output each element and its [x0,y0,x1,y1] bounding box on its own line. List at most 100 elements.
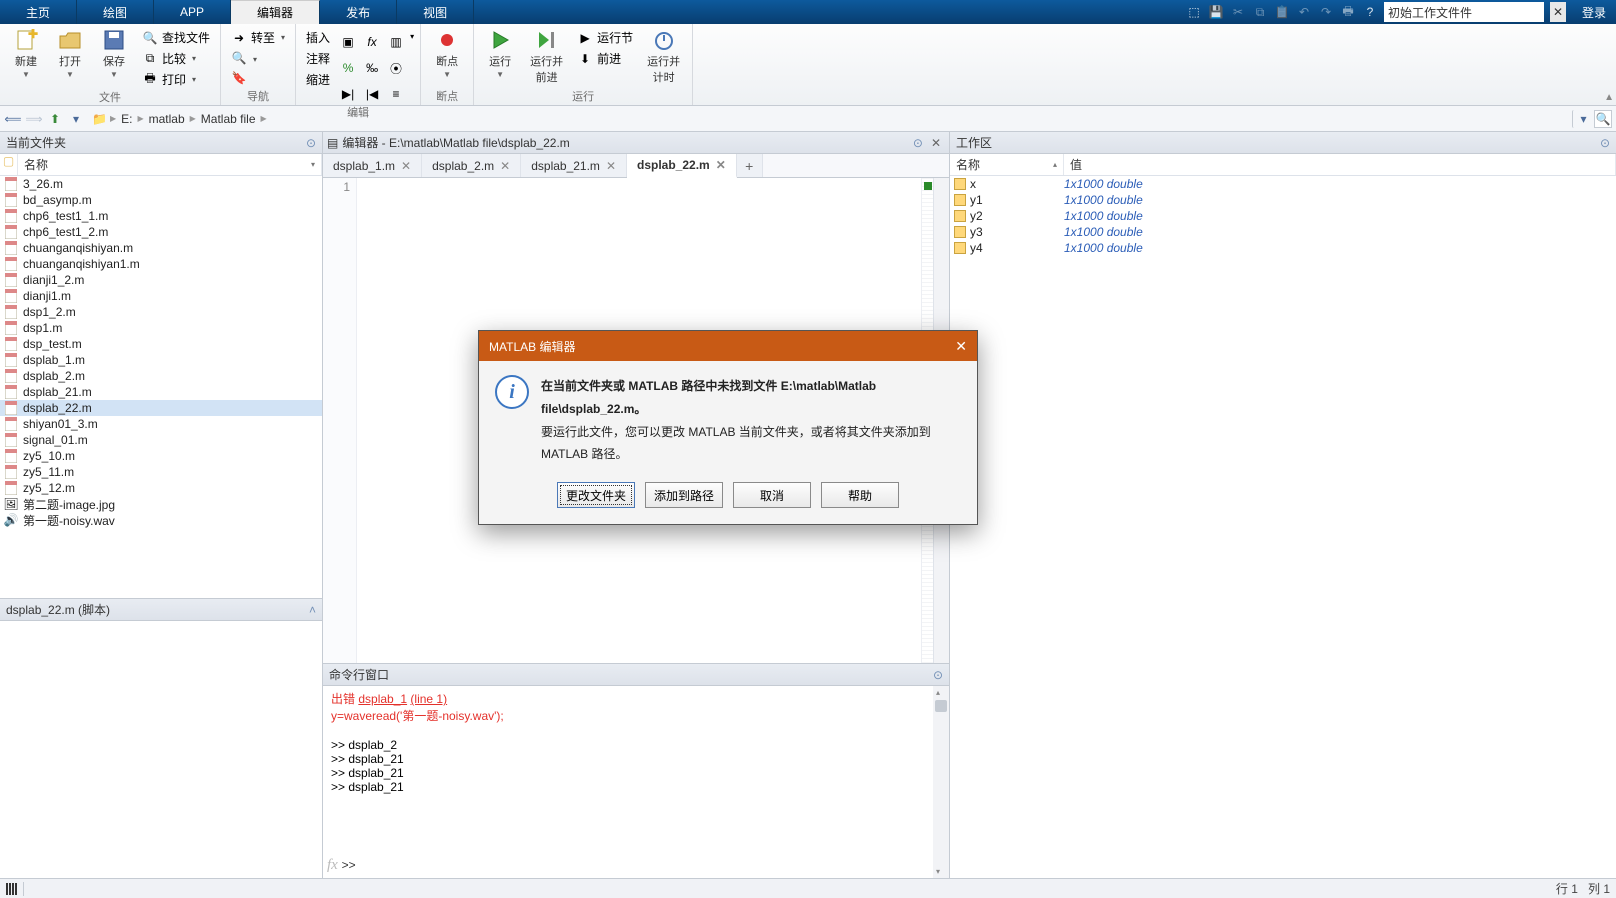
insert-section-icon[interactable]: ▣ [338,32,358,52]
change-folder-button[interactable]: 更改文件夹 [557,482,635,508]
print-button[interactable]: 🖶打印 [138,70,214,89]
help-button[interactable]: 帮助 [821,482,899,508]
search-folder-icon[interactable]: 🔍 [1594,110,1612,128]
run-time-button[interactable]: 运行并 计时 [641,26,686,87]
paste-icon[interactable]: 📋 [1274,4,1290,20]
compare-button[interactable]: ⧉比较 [138,49,214,68]
save-button[interactable]: 保存▼ [94,26,134,81]
tab-close-icon[interactable]: ✕ [401,159,411,173]
menu-tab-5[interactable]: 视图 [397,0,474,24]
workspace-row[interactable]: y11x1000 double [950,192,1616,208]
file-row[interactable]: 🔊第一题-noisy.wav [0,512,322,528]
history-icon[interactable]: ▾ [67,110,85,128]
ribbon-collapse-icon[interactable]: ▲ [1604,92,1614,103]
tab-close-icon[interactable]: ✕ [606,159,616,173]
file-row[interactable]: chuanganqishiyan1.m [0,256,322,272]
error-link-file[interactable]: dsplab_1 [358,692,407,706]
file-row[interactable]: dsplab_21.m [0,384,322,400]
workspace-row[interactable]: y31x1000 double [950,224,1616,240]
insert-var-icon[interactable]: ▥ [386,32,406,52]
editor-tab[interactable]: dsplab_1.m✕ [323,154,422,177]
run-advance-button[interactable]: 运行并 前进 [524,26,569,87]
file-row[interactable]: chp6_test1_2.m [0,224,322,240]
detail-collapse-icon[interactable]: ˄ [309,603,316,617]
file-row[interactable]: bd_asymp.m [0,192,322,208]
import-icon[interactable]: ⬚ [1186,4,1202,20]
print-icon[interactable]: 🖶 [1340,4,1356,20]
back-icon[interactable]: ⟸ [4,110,22,128]
menu-tab-3[interactable]: 编辑器 [231,0,320,24]
menu-tab-4[interactable]: 发布 [320,0,397,24]
comment-icon[interactable]: % [338,58,358,78]
bookmark-button[interactable]: 🔖 [227,69,289,87]
login-button[interactable]: 登录 [1572,0,1616,24]
wrap-comment-icon[interactable]: ⦿ [386,58,406,78]
panel-menu-icon[interactable]: ⊙ [306,136,316,150]
file-row[interactable]: dsp_test.m [0,336,322,352]
crumb-2[interactable]: Matlab file [199,112,258,126]
redo-icon[interactable]: ↷ [1318,4,1334,20]
crumb-dropdown-icon[interactable]: ▾ [1572,110,1590,128]
indent-more-icon[interactable]: ▶| [338,84,358,104]
file-row[interactable]: dianji1.m [0,288,322,304]
crumb-0[interactable]: E: [119,112,134,126]
run-button[interactable]: 运行▼ [480,26,520,81]
dialog-close-icon[interactable]: ✕ [955,338,967,355]
file-row[interactable]: chp6_test1_1.m [0,208,322,224]
clear-search-icon[interactable]: ✕ [1550,2,1566,22]
add-tab-button[interactable]: + [737,154,763,177]
uncomment-icon[interactable]: ‰ [362,58,382,78]
advance-button[interactable]: ⬇前进 [573,49,637,68]
open-button[interactable]: 打开▼ [50,26,90,81]
file-row[interactable]: zy5_10.m [0,448,322,464]
file-row[interactable]: 🖼第二题-image.jpg [0,496,322,512]
editor-tab[interactable]: dsplab_21.m✕ [521,154,627,177]
ws-col-name[interactable]: 名称 [956,156,980,173]
indent-less-icon[interactable]: |◀ [362,84,382,104]
col-name-header[interactable]: 名称 [24,156,48,173]
find-button[interactable]: 🔍 [227,49,289,67]
copy-icon[interactable]: ⧉ [1252,4,1268,20]
cancel-button[interactable]: 取消 [733,482,811,508]
menu-tab-1[interactable]: 绘图 [77,0,154,24]
menu-tab-2[interactable]: APP [154,0,231,24]
workspace-row[interactable]: x1x1000 double [950,176,1616,192]
editor-tab[interactable]: dsplab_22.m✕ [627,154,737,178]
workspace-row[interactable]: y21x1000 double [950,208,1616,224]
file-row[interactable]: dsplab_1.m [0,352,322,368]
insert-fx-icon[interactable]: fx [362,32,382,52]
breakpoint-button[interactable]: 断点▼ [427,26,467,81]
up-icon[interactable]: ⬆ [46,110,64,128]
new-button[interactable]: ✚ 新建▼ [6,26,46,81]
menu-tab-0[interactable]: 主页 [0,0,77,24]
tab-close-icon[interactable]: ✕ [500,159,510,173]
editor-tab[interactable]: dsplab_2.m✕ [422,154,521,177]
goto-button[interactable]: ➜转至 [227,28,289,47]
file-row[interactable]: 3_26.m [0,176,322,192]
file-row[interactable]: dianji1_2.m [0,272,322,288]
file-row[interactable]: dsplab_22.m [0,400,322,416]
cut-icon[interactable]: ✂ [1230,4,1246,20]
cmd-menu-icon[interactable]: ⊙ [933,668,943,682]
file-row[interactable]: dsp1.m [0,320,322,336]
file-row[interactable]: dsplab_2.m [0,368,322,384]
workspace-list[interactable]: x1x1000 doubley11x1000 doubley21x1000 do… [950,176,1616,878]
error-link-line[interactable]: (line 1) [410,692,447,706]
crumb-1[interactable]: matlab [147,112,187,126]
file-row[interactable]: dsp1_2.m [0,304,322,320]
cmd-scrollbar[interactable]: ▴▾ [933,686,949,878]
add-to-path-button[interactable]: 添加到路径 [645,482,723,508]
forward-icon[interactable]: ⟹ [25,110,43,128]
file-row[interactable]: zy5_12.m [0,480,322,496]
file-row[interactable]: shiyan01_3.m [0,416,322,432]
ws-col-value[interactable]: 值 [1070,156,1082,173]
command-window-body[interactable]: 出错 dsplab_1 (line 1) y=waveread('第一题-noi… [323,686,949,878]
file-row[interactable]: zy5_11.m [0,464,322,480]
run-section-button[interactable]: ▶运行节 [573,28,637,47]
save-icon[interactable]: 💾 [1208,4,1224,20]
file-row[interactable]: chuanganqishiyan.m [0,240,322,256]
editor-close-icon[interactable]: ✕ [927,136,945,150]
findfiles-button[interactable]: 🔍查找文件 [138,28,214,47]
help-icon[interactable]: ? [1362,4,1378,20]
file-list[interactable]: 3_26.mbd_asymp.mchp6_test1_1.mchp6_test1… [0,176,322,598]
